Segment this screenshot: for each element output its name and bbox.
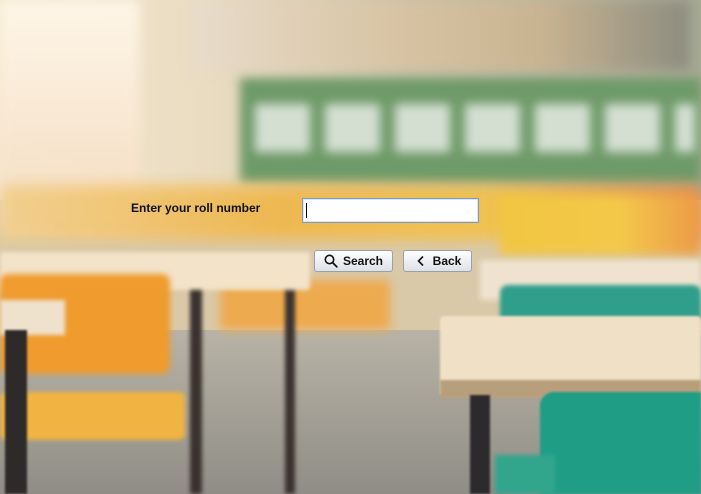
text-caret	[306, 203, 307, 218]
roll-number-label: Enter your roll number	[131, 201, 261, 215]
classroom-background	[0, 0, 701, 494]
roll-number-input[interactable]	[302, 198, 479, 223]
search-icon	[324, 254, 338, 268]
search-button[interactable]: Search	[314, 250, 393, 272]
search-button-label: Search	[342, 254, 384, 268]
back-button-label: Back	[432, 254, 462, 268]
chevron-left-icon	[414, 254, 428, 268]
back-button[interactable]: Back	[403, 250, 472, 272]
